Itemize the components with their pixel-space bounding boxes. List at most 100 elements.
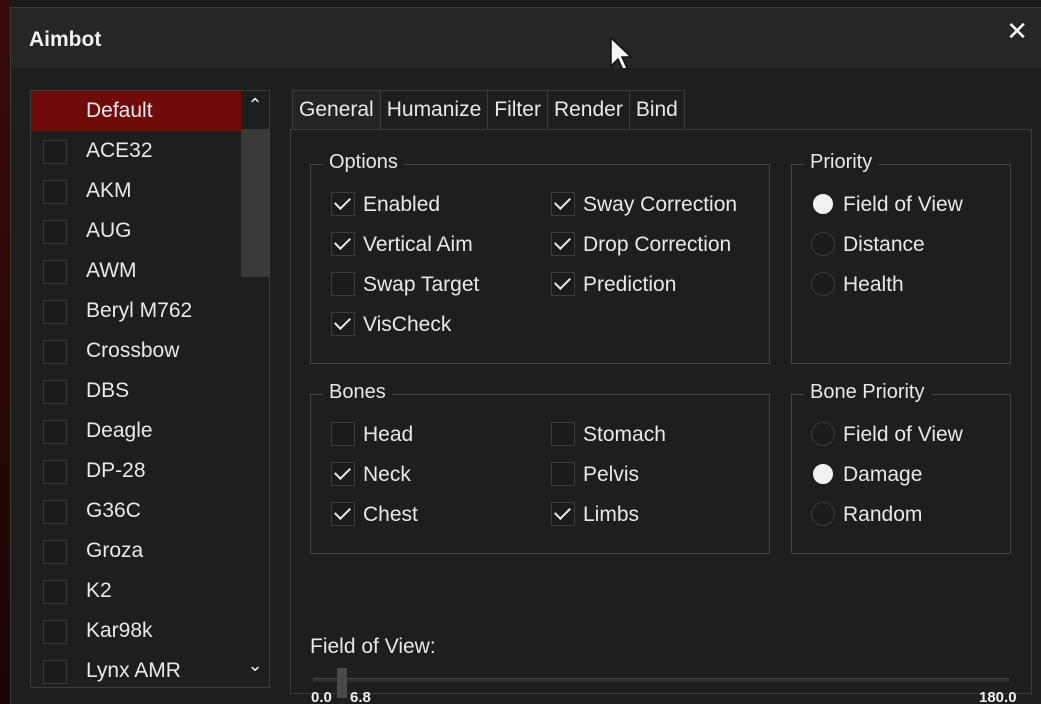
fov-slider-track[interactable]: [313, 678, 1009, 682]
checkbox-label: Enabled: [363, 193, 441, 216]
radio-label: Random: [843, 503, 923, 526]
weapon-label: Beryl M762: [86, 299, 193, 322]
bone-priority-title: Bone Priority: [804, 381, 931, 404]
weapon-label: Default: [86, 99, 153, 122]
scroll-down-icon[interactable]: ⌄: [241, 655, 269, 685]
checkbox-label: VisCheck: [363, 313, 452, 336]
radio-label: Damage: [843, 463, 923, 486]
weapon-list-item[interactable]: Lynx AMR: [31, 651, 269, 687]
weapon-checkbox[interactable]: [43, 140, 67, 164]
weapon-checkbox[interactable]: [43, 380, 67, 404]
checkbox-box[interactable]: [331, 272, 355, 296]
weapon-list-item[interactable]: AWM: [31, 251, 269, 291]
checkbox-label: Neck: [363, 463, 411, 486]
tab-humanize[interactable]: Humanize: [379, 90, 489, 130]
weapon-list-item[interactable]: ACE32: [31, 131, 269, 171]
weapon-list-item[interactable]: Kar98k: [31, 611, 269, 651]
fov-value-label: 6.8: [350, 689, 371, 704]
tab-bind[interactable]: Bind: [628, 90, 685, 130]
checkbox-label: Head: [363, 423, 414, 446]
checkbox-label: Drop Correction: [583, 233, 732, 256]
scrollbar[interactable]: ⌃ ⌄: [241, 91, 269, 687]
weapon-list-item[interactable]: Groza: [31, 531, 269, 571]
weapon-checkbox[interactable]: [43, 660, 67, 684]
radio-label: Distance: [843, 233, 925, 256]
weapon-list-item[interactable]: K2: [31, 571, 269, 611]
tab-general[interactable]: General: [292, 90, 381, 130]
radio-button[interactable]: [811, 232, 835, 256]
weapon-list-item[interactable]: Crossbow: [31, 331, 269, 371]
weapon-list-item[interactable]: G36C: [31, 491, 269, 531]
radio-button[interactable]: [813, 464, 833, 484]
weapon-label: AKM: [86, 179, 132, 202]
radio-button[interactable]: [813, 194, 833, 214]
weapon-checkbox[interactable]: [43, 180, 67, 204]
checkbox-box[interactable]: [551, 422, 575, 446]
weapon-label: Crossbow: [86, 339, 180, 362]
tab-filter[interactable]: Filter: [487, 90, 548, 130]
weapon-list[interactable]: Default ACE32 AKM AUG AWM Beryl M762 Crossbow D…: [30, 90, 270, 688]
checkbox-label: Stomach: [583, 423, 666, 446]
tab-render[interactable]: Render: [546, 90, 630, 130]
weapon-checkbox[interactable]: [43, 460, 67, 484]
weapon-checkbox[interactable]: [43, 500, 67, 524]
weapon-list-item[interactable]: Beryl M762: [31, 291, 269, 331]
checkbox-label: Limbs: [583, 503, 640, 526]
title-bar[interactable]: Aimbot ✕: [11, 8, 1041, 72]
weapon-checkbox[interactable]: [43, 580, 67, 604]
fov-slider-thumb[interactable]: [337, 668, 348, 698]
radio-button[interactable]: [811, 502, 835, 526]
mouse-cursor-icon: [610, 36, 633, 72]
weapon-checkbox[interactable]: [43, 340, 67, 364]
weapon-list-item[interactable]: Deagle: [31, 411, 269, 451]
weapon-label: G36C: [86, 499, 141, 522]
fov-max-label: 180.0: [979, 689, 1017, 704]
weapon-list-item[interactable]: Default: [31, 91, 269, 131]
scroll-up-icon[interactable]: ⌃: [241, 95, 269, 125]
options-title: Options: [323, 151, 404, 174]
checkbox-label: Pelvis: [583, 463, 640, 486]
weapon-list-item[interactable]: DBS: [31, 371, 269, 411]
weapon-label: AWM: [86, 259, 137, 282]
radio-button[interactable]: [811, 422, 835, 446]
window-content: Default ACE32 AKM AUG AWM Beryl M762 Crossbow D…: [11, 68, 1041, 704]
checkbox-label: Prediction: [583, 273, 677, 296]
weapon-label: K2: [86, 579, 112, 602]
fov-min-label: 0.0: [311, 689, 332, 704]
weapon-list-item[interactable]: AUG: [31, 211, 269, 251]
checkbox-label: Chest: [363, 503, 418, 526]
weapon-checkbox[interactable]: [43, 300, 67, 324]
radio-label: Health: [843, 273, 904, 296]
weapon-label: Kar98k: [86, 619, 153, 642]
radio-label: Field of View: [843, 423, 963, 446]
checkbox-box[interactable]: [331, 422, 355, 446]
weapon-checkbox[interactable]: [43, 620, 67, 644]
weapon-list-item[interactable]: AKM: [31, 171, 269, 211]
weapon-checkbox[interactable]: [43, 420, 67, 444]
weapon-checkbox[interactable]: [43, 540, 67, 564]
weapon-checkbox[interactable]: [43, 220, 67, 244]
checkbox-box[interactable]: [551, 462, 575, 486]
weapon-list-items: Default ACE32 AKM AUG AWM Beryl M762 Crossbow D…: [31, 91, 269, 687]
background-strip: [0, 0, 10, 704]
checkbox-label: Vertical Aim: [363, 233, 473, 256]
weapon-list-item[interactable]: DP-28: [31, 451, 269, 491]
radio-label: Field of View: [843, 193, 963, 216]
close-icon[interactable]: ✕: [1006, 16, 1028, 47]
weapon-label: AUG: [86, 219, 132, 242]
general-panel: Options Priority Bones Bone Priority Ena…: [290, 129, 1032, 704]
checkbox-label: Sway Correction: [583, 193, 738, 216]
scroll-thumb[interactable]: [241, 129, 269, 277]
weapon-label: Lynx AMR: [86, 659, 181, 682]
fov-slider-label: Field of View:: [310, 635, 436, 658]
bones-title: Bones: [323, 381, 392, 404]
weapon-checkbox[interactable]: [43, 260, 67, 284]
weapon-label: Groza: [86, 539, 144, 562]
checkbox-label: Swap Target: [363, 273, 480, 296]
radio-button[interactable]: [811, 272, 835, 296]
priority-title: Priority: [804, 151, 879, 174]
window-title: Aimbot: [29, 28, 102, 51]
weapon-label: ACE32: [86, 139, 153, 162]
tab-bar: General Humanize Filter Render Bind: [292, 90, 685, 130]
aimbot-window: Aimbot ✕ Default ACE32 AKM AUG AWM Beryl M762…: [10, 7, 1041, 704]
